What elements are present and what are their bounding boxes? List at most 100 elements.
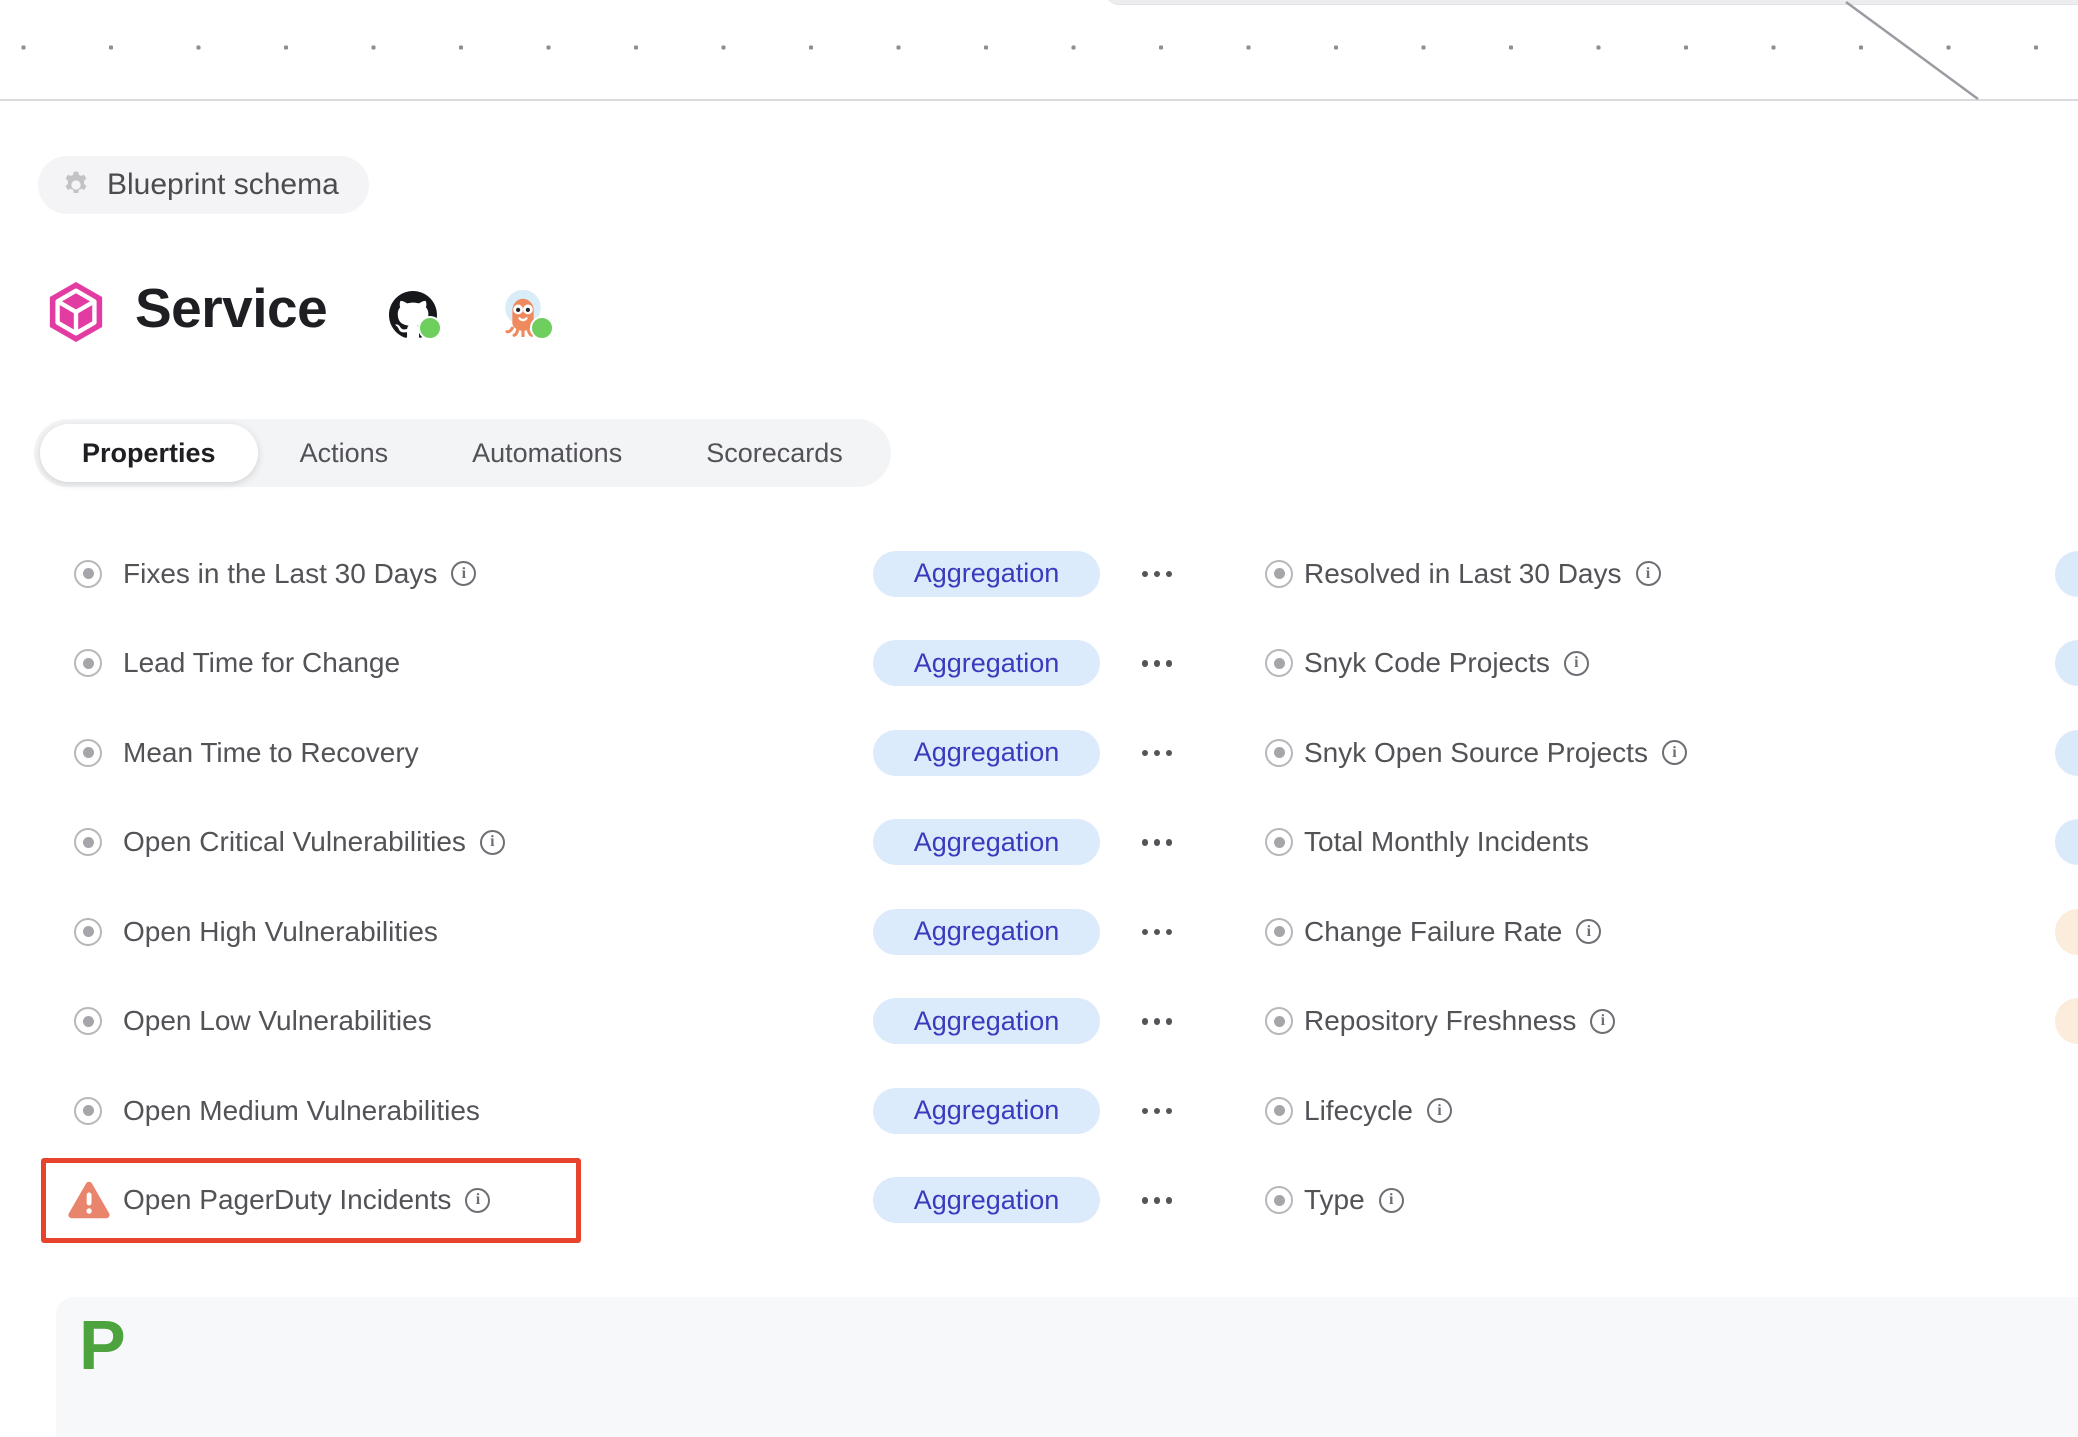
radio-icon <box>74 560 102 588</box>
page-title: Service <box>135 276 327 340</box>
property-name: Repository Freshness <box>1304 1005 1576 1037</box>
property-item[interactable]: Mean Time to Recovery <box>74 708 419 798</box>
info-icon[interactable] <box>1662 740 1687 765</box>
property-name: Open Critical Vulnerabilities <box>123 826 466 858</box>
more-menu-button[interactable] <box>1129 738 1185 768</box>
aggregation-badge[interactable]: Aggregation <box>873 909 1100 955</box>
property-name: Resolved in Last 30 Days <box>1304 558 1622 590</box>
property-item[interactable]: Open PagerDuty Incidents <box>66 1156 490 1246</box>
truncated-badge[interactable] <box>2055 819 2078 865</box>
property-name: Type <box>1304 1184 1365 1216</box>
blueprint-schema-label: Blueprint schema <box>107 168 339 202</box>
warning-triangle-icon <box>66 1180 112 1220</box>
radio-icon <box>1265 918 1293 946</box>
next-section-letter: P <box>79 1305 126 1385</box>
property-name: Open Low Vulnerabilities <box>123 1005 432 1037</box>
property-item[interactable]: Open Medium Vulnerabilities <box>74 1066 480 1156</box>
next-section-card <box>56 1297 2078 1437</box>
property-row-highlighted: Open PagerDuty Incidents Aggregation Typ… <box>0 1156 2078 1246</box>
radio-icon <box>74 918 102 946</box>
info-icon[interactable] <box>1427 1098 1452 1123</box>
gear-icon <box>60 169 92 201</box>
property-name: Change Failure Rate <box>1304 916 1562 948</box>
info-icon[interactable] <box>465 1188 490 1213</box>
radio-icon <box>74 1007 102 1035</box>
property-name: Fixes in the Last 30 Days <box>123 558 437 590</box>
radio-icon <box>1265 1007 1293 1035</box>
property-item[interactable]: Lifecycle <box>1265 1066 1452 1156</box>
aggregation-badge[interactable]: Aggregation <box>873 640 1100 686</box>
tab-scorecards[interactable]: Scorecards <box>664 424 885 482</box>
property-item[interactable]: Open Critical Vulnerabilities <box>74 798 505 888</box>
info-icon[interactable] <box>1636 561 1661 586</box>
info-icon[interactable] <box>1564 651 1589 676</box>
property-item[interactable]: Snyk Open Source Projects <box>1265 708 1687 798</box>
more-menu-button[interactable] <box>1129 1186 1185 1216</box>
blueprint-tabs: Properties Actions Automations Scorecard… <box>34 419 891 487</box>
aggregation-badge[interactable]: Aggregation <box>873 551 1100 597</box>
radio-icon <box>74 649 102 677</box>
info-icon[interactable] <box>451 561 476 586</box>
property-row: Open Low Vulnerabilities Aggregation Rep… <box>0 977 2078 1067</box>
property-name: Snyk Open Source Projects <box>1304 737 1648 769</box>
property-name: Lead Time for Change <box>123 647 400 679</box>
octopus-status-dot <box>530 316 554 340</box>
more-menu-button[interactable] <box>1129 1007 1185 1037</box>
tab-automations[interactable]: Automations <box>430 424 664 482</box>
tab-actions[interactable]: Actions <box>258 424 431 482</box>
property-item[interactable]: Snyk Code Projects <box>1265 619 1589 709</box>
more-menu-button[interactable] <box>1129 559 1185 589</box>
property-row: Lead Time for Change Aggregation Snyk Co… <box>0 619 2078 709</box>
truncated-badge[interactable] <box>2055 909 2078 955</box>
property-row: Fixes in the Last 30 Days Aggregation Re… <box>0 529 2078 619</box>
more-menu-button[interactable] <box>1129 828 1185 858</box>
radio-icon <box>74 739 102 767</box>
property-item[interactable]: Lead Time for Change <box>74 619 400 709</box>
property-row: Open Critical Vulnerabilities Aggregatio… <box>0 798 2078 888</box>
property-item[interactable]: Change Failure Rate <box>1265 887 1601 977</box>
property-item[interactable]: Open High Vulnerabilities <box>74 887 438 977</box>
property-item[interactable]: Resolved in Last 30 Days <box>1265 529 1661 619</box>
info-icon[interactable] <box>1576 919 1601 944</box>
property-row: Mean Time to Recovery Aggregation Snyk O… <box>0 708 2078 798</box>
info-icon[interactable] <box>1379 1188 1404 1213</box>
radio-icon <box>74 1097 102 1125</box>
blueprint-cube-icon <box>45 280 107 344</box>
aggregation-badge[interactable]: Aggregation <box>873 730 1100 776</box>
more-menu-button[interactable] <box>1129 649 1185 679</box>
aggregation-badge[interactable]: Aggregation <box>873 819 1100 865</box>
property-item[interactable]: Open Low Vulnerabilities <box>74 977 432 1067</box>
aggregation-badge[interactable]: Aggregation <box>873 1177 1100 1223</box>
properties-list: Fixes in the Last 30 Days Aggregation Re… <box>0 529 2078 1245</box>
truncated-badge[interactable] <box>2055 551 2078 597</box>
aggregation-badge[interactable]: Aggregation <box>873 998 1100 1044</box>
info-icon[interactable] <box>480 830 505 855</box>
radio-icon <box>1265 649 1293 677</box>
property-item[interactable]: Repository Freshness <box>1265 977 1615 1067</box>
property-name: Mean Time to Recovery <box>123 737 419 769</box>
more-menu-button[interactable] <box>1129 917 1185 947</box>
aggregation-badge[interactable]: Aggregation <box>873 1088 1100 1134</box>
truncated-badge[interactable] <box>2055 998 2078 1044</box>
blueprint-schema-chip[interactable]: Blueprint schema <box>38 156 369 214</box>
truncated-badge[interactable] <box>2055 640 2078 686</box>
truncated-badge[interactable] <box>2055 730 2078 776</box>
property-row: Open Medium Vulnerabilities Aggregation … <box>0 1066 2078 1156</box>
property-name: Lifecycle <box>1304 1095 1413 1127</box>
github-status-dot <box>418 316 442 340</box>
dotted-guide-row <box>21 45 2066 50</box>
radio-icon <box>1265 1186 1293 1214</box>
property-item[interactable]: Fixes in the Last 30 Days <box>74 529 476 619</box>
property-name: Open PagerDuty Incidents <box>123 1184 451 1216</box>
property-item[interactable]: Type <box>1265 1156 1404 1246</box>
info-icon[interactable] <box>1590 1009 1615 1034</box>
property-row: Open High Vulnerabilities Aggregation Ch… <box>0 887 2078 977</box>
radio-icon <box>1265 1097 1293 1125</box>
property-item[interactable]: Total Monthly Incidents <box>1265 798 1589 888</box>
radio-icon <box>1265 739 1293 767</box>
property-name: Snyk Code Projects <box>1304 647 1550 679</box>
tab-properties[interactable]: Properties <box>40 424 258 482</box>
more-menu-button[interactable] <box>1129 1096 1185 1126</box>
radio-icon <box>1265 560 1293 588</box>
diagonal-line <box>1836 0 1996 101</box>
